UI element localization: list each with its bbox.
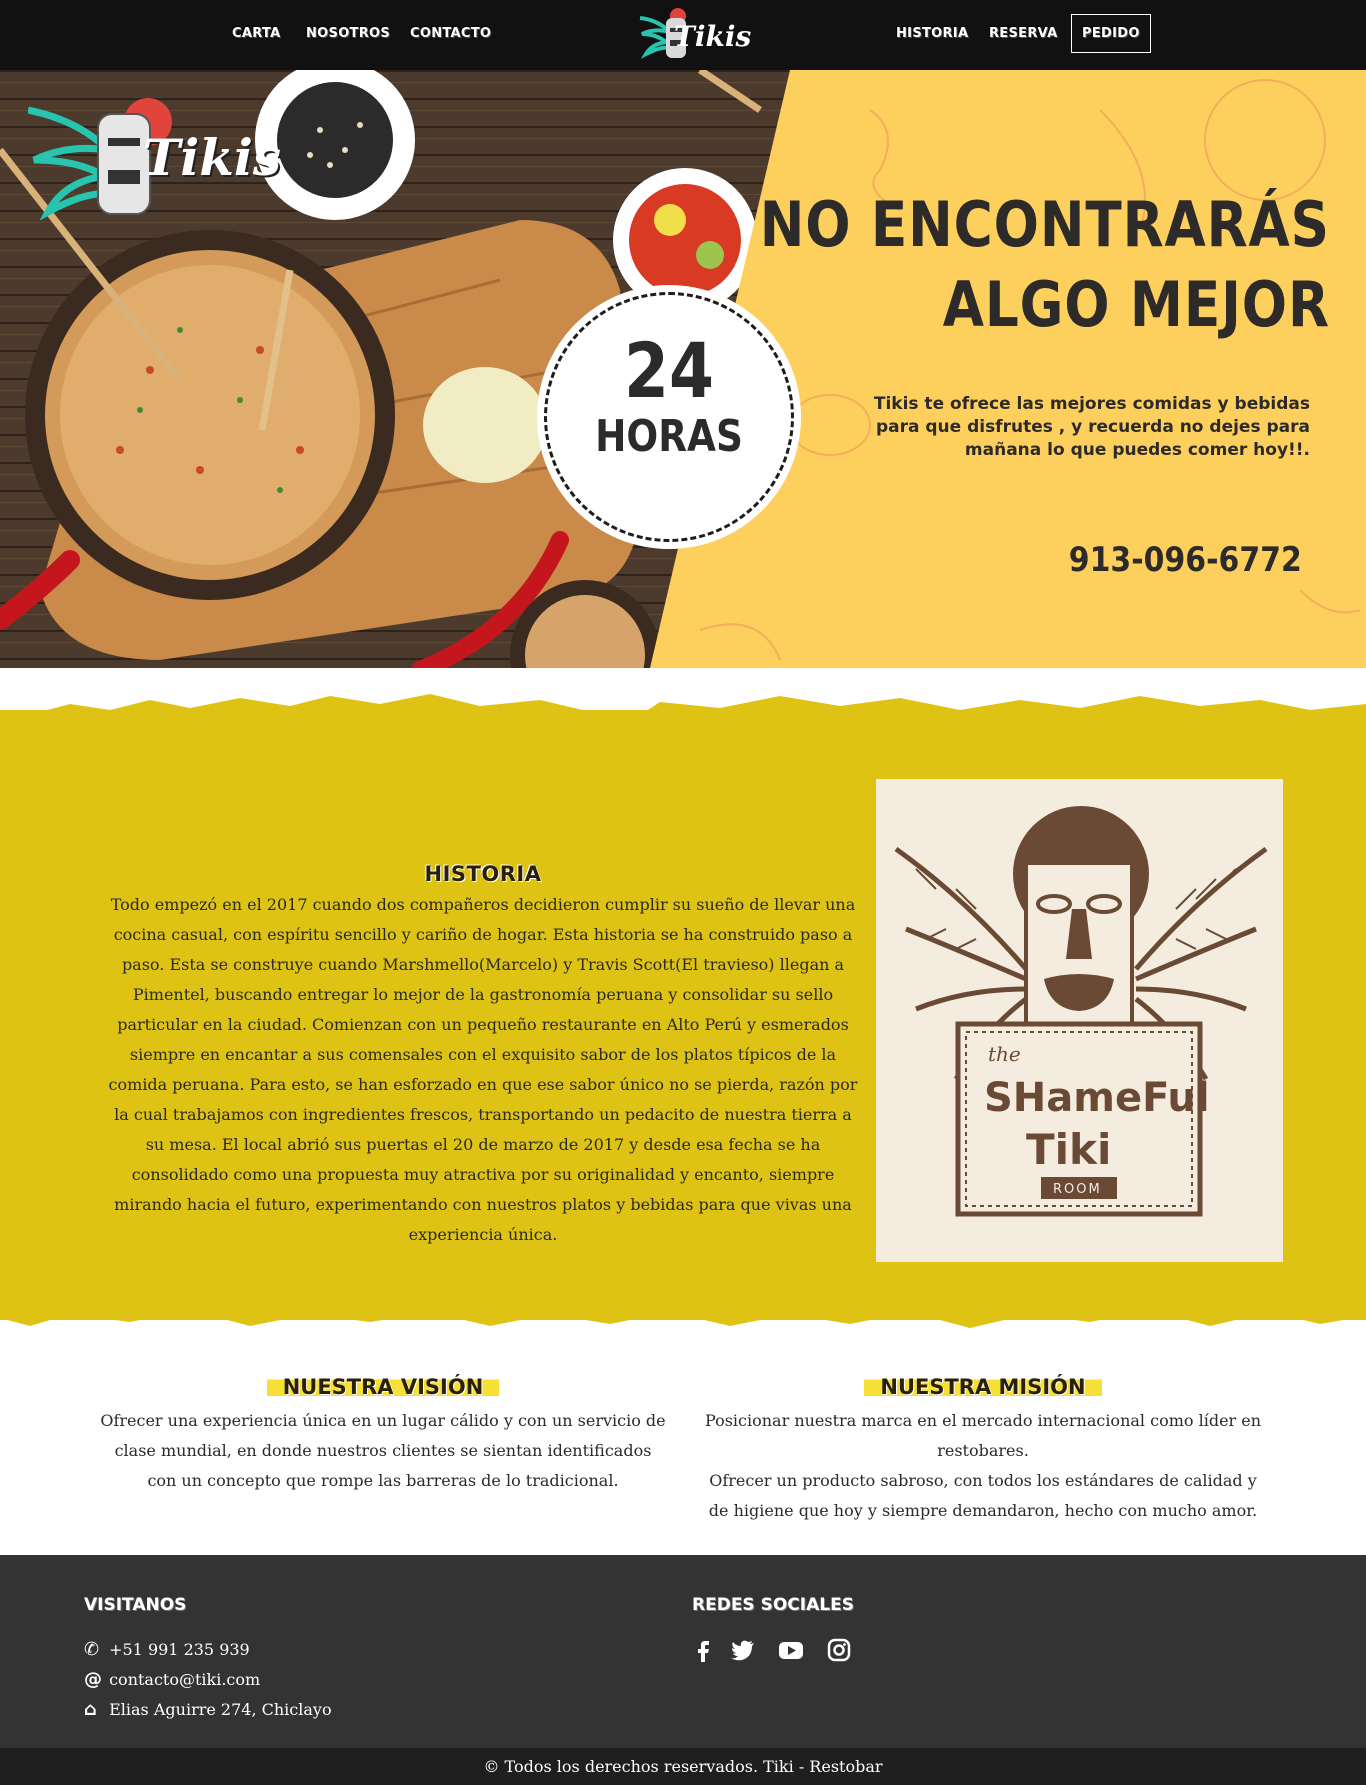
nav-button-pedido[interactable]: PEDIDO — [1071, 14, 1151, 53]
mision-text-line2: Ofrecer un producto sabroso, con todos l… — [708, 1471, 1258, 1520]
historia-title: HISTORIA — [424, 862, 542, 886]
brand-logo[interactable]: Tikis — [636, 4, 752, 66]
brand-logo-text: Tikis — [674, 20, 752, 53]
historia-text: Todo empezó en el 2017 cuando dos compañ… — [108, 895, 858, 1244]
hero-phone[interactable]: 913-096-6772 — [1069, 540, 1302, 580]
torn-edge-bottom — [0, 1300, 1366, 1328]
hero-banner: Tikis 24 HORAS NO ENCONTRARÁS ALGO MEJOR… — [0, 70, 1366, 668]
footer-address: ⌂ Elias Aguirre 274, Chiclayo — [84, 1699, 332, 1720]
tiki-room-illustration: the SHameFul Tiki ROOM — [894, 806, 1268, 1217]
facebook-icon[interactable] — [690, 1637, 716, 1663]
home-icon: ⌂ — [84, 1699, 97, 1720]
footer-copyright: © Todos los derechos reservados. Tiki - … — [0, 1748, 1366, 1785]
tiki-room-text-the: the — [988, 1042, 1021, 1066]
nav-link-nosotros[interactable]: NOSOTROS — [306, 26, 390, 41]
nav-link-contacto[interactable]: CONTACTO — [410, 26, 491, 41]
mision-text: Posicionar nuestra marca en el mercado i… — [700, 1406, 1266, 1526]
hours-badge: 24 HORAS — [544, 292, 794, 542]
phone-icon: ✆ — [84, 1639, 100, 1660]
tiki-room-text-shameful: SHameFul — [984, 1075, 1210, 1121]
mision-title: NUESTRA MISIÓN — [700, 1375, 1266, 1399]
instagram-icon[interactable] — [826, 1637, 852, 1663]
vision-text: Ofrecer una experiencia única en un luga… — [100, 1411, 666, 1490]
hero-headline: NO ENCONTRARÁS ALGO MEJOR — [760, 185, 1330, 345]
footer-phone[interactable]: ✆ +51 991 235 939 — [84, 1639, 250, 1660]
historia-section: HISTORIA Todo empezó en el 2017 cuando d… — [0, 694, 1366, 1328]
nav-link-historia[interactable]: HISTORIA — [896, 26, 968, 41]
youtube-icon[interactable] — [778, 1637, 804, 1663]
tiki-room-text-room: ROOM — [1053, 1182, 1102, 1197]
hours-badge-label: HORAS — [595, 411, 743, 462]
hero-headline-line2: ALGO MEJOR — [942, 268, 1330, 341]
footer: VISITANOS ✆ +51 991 235 939 @ contacto@t… — [0, 1555, 1366, 1748]
hours-badge-number: 24 — [624, 326, 714, 415]
torn-edge-top — [0, 694, 1366, 736]
top-navbar: CARTA NOSOTROS CONTACTO Tikis HISTORIA R… — [0, 0, 1366, 70]
tiki-room-text-tiki: Tiki — [1026, 1125, 1111, 1174]
hero-blurb: Tikis te ofrece las mejores comidas y be… — [873, 394, 1310, 460]
nav-link-reserva[interactable]: RESERVA — [989, 26, 1057, 41]
footer-address-text: Elias Aguirre 274, Chiclayo — [109, 1700, 332, 1719]
hero-headline-line1: NO ENCONTRARÁS — [759, 188, 1330, 261]
mision-title-text: NUESTRA MISIÓN — [864, 1375, 1102, 1399]
shameful-tiki-image: the SHameFul Tiki ROOM — [876, 779, 1283, 1262]
footer-email[interactable]: @ contacto@tiki.com — [84, 1669, 260, 1690]
hero-logo: Tikis — [27, 90, 298, 221]
vision-title: NUESTRA VISIÓN — [100, 1375, 666, 1399]
twitter-icon[interactable] — [730, 1637, 756, 1663]
mision-text-line1: Posicionar nuestra marca en el mercado i… — [704, 1411, 1262, 1460]
footer-phone-text: +51 991 235 939 — [109, 1640, 250, 1659]
footer-social-title: REDES SOCIALES — [692, 1595, 854, 1615]
footer-visit-title: VISITANOS — [84, 1595, 187, 1615]
vision-title-text: NUESTRA VISIÓN — [266, 1375, 500, 1399]
hero-logo-text: Tikis — [143, 128, 281, 187]
at-sign-icon: @ — [84, 1669, 102, 1690]
nav-link-carta[interactable]: CARTA — [232, 26, 280, 41]
footer-email-text: contacto@tiki.com — [109, 1670, 261, 1689]
